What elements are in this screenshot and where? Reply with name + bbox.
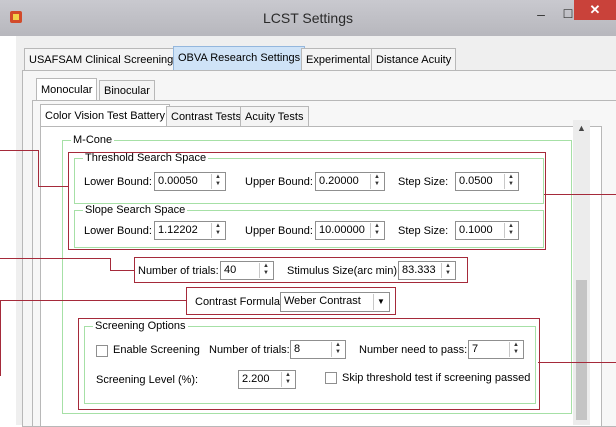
callout-line [538, 362, 616, 363]
tab-obva-research-settings[interactable]: OBVA Research Settings [173, 46, 306, 71]
callout-line [110, 270, 134, 271]
callout-line [38, 150, 39, 186]
tab-experimental[interactable]: Experimental [301, 48, 376, 71]
callout-line [544, 194, 616, 195]
window-title: LCST Settings [262, 10, 353, 26]
callout-line [0, 258, 110, 259]
tab-monocular[interactable]: Monocular [36, 78, 98, 101]
tab-distance-acuity[interactable]: Distance Acuity [371, 48, 457, 71]
annotation-box-trials [134, 257, 468, 283]
callout-line [110, 258, 111, 270]
annotation-box-search-spaces [68, 152, 546, 250]
callout-line [38, 186, 68, 187]
callout-line [0, 300, 1, 376]
tab-acuity-tests[interactable]: Acuity Tests [240, 106, 309, 127]
minimize-button[interactable]: – [533, 6, 549, 22]
close-button[interactable]: ✕ [574, 0, 616, 20]
tab-usafsam-clinical-screening[interactable]: USAFSAM Clinical Screening [24, 48, 179, 71]
scroll-thumb[interactable] [576, 280, 587, 420]
tab-color-vision-test-battery[interactable]: Color Vision Test Battery [40, 104, 171, 127]
mcone-group-title: M-Cone [71, 134, 115, 146]
callout-line [0, 300, 186, 301]
tab-binocular[interactable]: Binocular [99, 80, 155, 101]
vertical-scrollbar[interactable]: ▲ [573, 120, 590, 425]
annotation-box-contrast-formula [186, 287, 396, 315]
scroll-up-icon[interactable]: ▲ [573, 120, 590, 137]
tab-contrast-tests[interactable]: Contrast Tests [166, 106, 247, 127]
annotation-box-screening [78, 318, 540, 410]
callout-line [0, 150, 38, 151]
